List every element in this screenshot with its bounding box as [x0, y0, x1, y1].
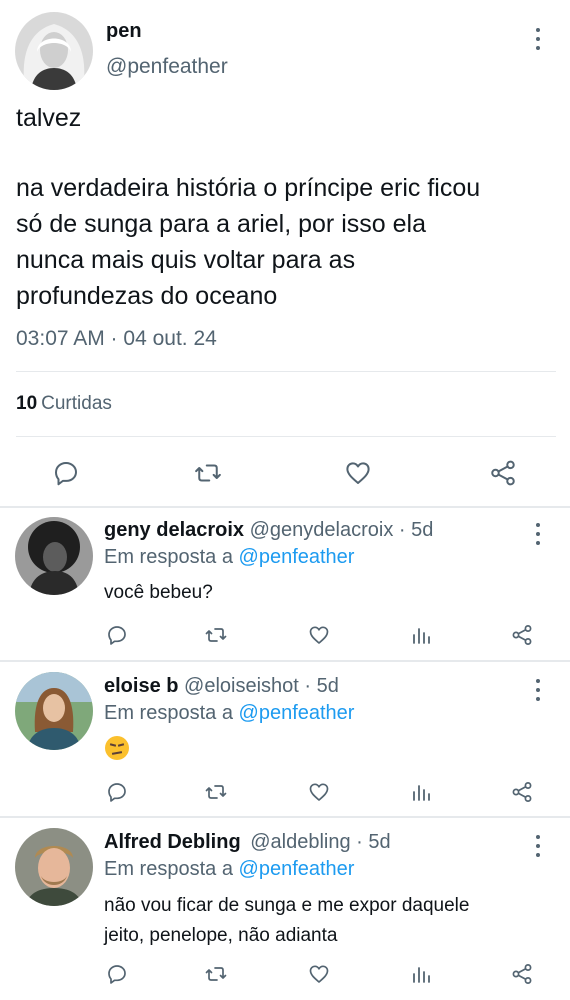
reply-context: Em resposta a @penfeather: [104, 546, 354, 569]
more-options-icon[interactable]: [528, 677, 548, 703]
smirking-face-icon: [105, 736, 129, 760]
divider: [16, 371, 556, 372]
reply-author-name[interactable]: eloise b: [104, 675, 178, 697]
likes-count[interactable]: 10 Curtidas: [16, 393, 112, 415]
reply-meta: @aldebling · 5d: [250, 831, 391, 853]
reply-author-name[interactable]: Alfred Debling: [104, 831, 241, 853]
reply-icon[interactable]: [51, 458, 81, 488]
avatar[interactable]: [15, 517, 93, 595]
reply-mention-link[interactable]: @penfeather: [239, 702, 355, 724]
reply-tweet[interactable]: eloise b @eloiseishot · 5d Em resposta a…: [0, 662, 570, 816]
reply-author-name[interactable]: geny delacroix: [104, 519, 244, 541]
author-handle[interactable]: @penfeather: [106, 55, 228, 79]
reply-header: eloise b @eloiseishot · 5d: [104, 675, 339, 698]
reply-meta: @genydelacroix · 5d: [249, 519, 434, 541]
reply-text: não vou ficar de sunga e me expor daquel…: [104, 895, 470, 946]
tweet-timestamp[interactable]: 03:07 AM · 04 out. 24: [16, 327, 217, 351]
reply-prefix: Em resposta a: [104, 702, 233, 724]
reply-prefix: Em resposta a: [104, 546, 233, 568]
share-icon[interactable]: [488, 458, 518, 488]
retweet-icon[interactable]: [204, 780, 228, 804]
heart-icon[interactable]: [307, 780, 331, 804]
reply-tweet[interactable]: geny delacroix @genydelacroix · 5d Em re…: [0, 508, 570, 660]
likes-label: Curtidas: [41, 393, 112, 414]
reply-context: Em resposta a @penfeather: [104, 702, 354, 725]
more-options-icon[interactable]: [528, 26, 548, 52]
retweet-icon[interactable]: [204, 962, 228, 986]
reply-mention-link[interactable]: @penfeather: [239, 858, 355, 880]
reply-icon[interactable]: [105, 623, 129, 647]
avatar[interactable]: [15, 672, 93, 750]
reply-header: Alfred Debling @aldebling · 5d: [104, 831, 391, 854]
avatar[interactable]: [15, 828, 93, 906]
analytics-icon[interactable]: [409, 780, 433, 804]
heart-icon[interactable]: [307, 962, 331, 986]
tweet-actions: [0, 452, 570, 492]
share-icon[interactable]: [510, 962, 534, 986]
more-options-icon[interactable]: [528, 833, 548, 859]
reply-mention-link[interactable]: @penfeather: [239, 546, 355, 568]
reply-prefix: Em resposta a: [104, 858, 233, 880]
share-icon[interactable]: [510, 780, 534, 804]
analytics-icon[interactable]: [409, 962, 433, 986]
tweet-text-first-line: talvez: [16, 104, 82, 132]
reply-icon[interactable]: [105, 962, 129, 986]
reply-meta: @eloiseishot · 5d: [184, 675, 339, 697]
reply-tweet[interactable]: Alfred Debling @aldebling · 5d Em respos…: [0, 818, 570, 1000]
reply-header: geny delacroix @genydelacroix · 5d: [104, 519, 433, 542]
divider: [16, 436, 556, 437]
reply-text: você bebeu?: [104, 582, 213, 603]
heart-icon[interactable]: [307, 623, 331, 647]
share-icon[interactable]: [510, 623, 534, 647]
retweet-icon[interactable]: [204, 623, 228, 647]
likes-number: 10: [16, 393, 38, 414]
retweet-icon[interactable]: [193, 458, 223, 488]
heart-icon[interactable]: [343, 458, 373, 488]
reply-emoji: [105, 736, 129, 765]
analytics-icon[interactable]: [409, 623, 433, 647]
author-name[interactable]: pen: [106, 20, 142, 43]
reply-context: Em resposta a @penfeather: [104, 858, 354, 881]
tweet-text-body: na verdadeira história o príncipe eric f…: [16, 174, 481, 310]
reply-icon[interactable]: [105, 780, 129, 804]
avatar[interactable]: [15, 12, 93, 90]
more-options-icon[interactable]: [528, 521, 548, 547]
